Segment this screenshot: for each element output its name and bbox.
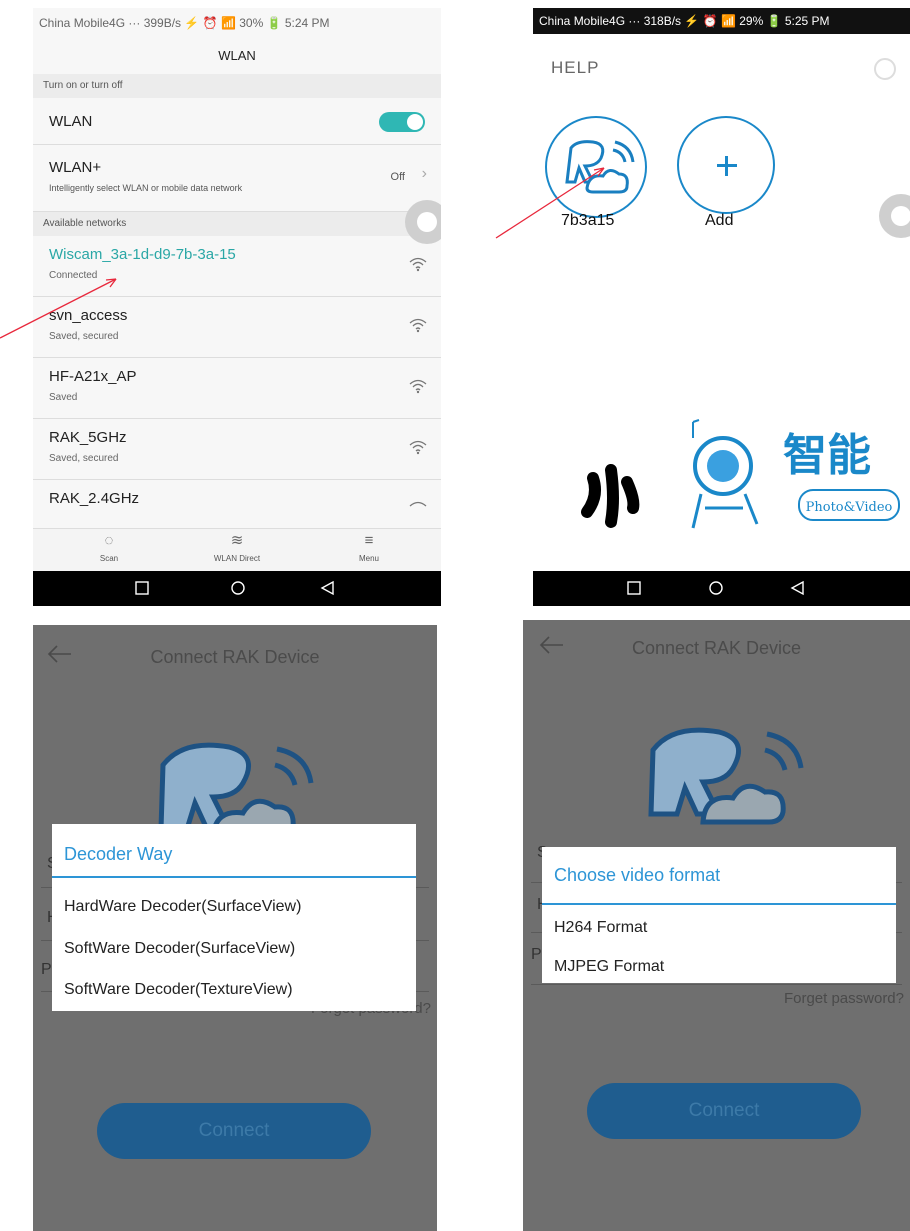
rak-logo xyxy=(648,727,804,825)
decoder-option[interactable]: HardWare Decoder(SurfaceView) xyxy=(52,878,416,922)
network-ssid: RAK_5GHz xyxy=(49,429,127,446)
format-option[interactable]: H264 Format xyxy=(542,905,896,945)
network-ssid: Wiscam_3a-1d-d9-7b-3a-15 xyxy=(49,246,236,263)
wifi-icon xyxy=(409,440,427,455)
floating-assist-button[interactable] xyxy=(879,194,910,238)
network-ssid: HF-A21x_AP xyxy=(49,368,137,385)
wlan-direct-icon: ≋ xyxy=(230,532,244,549)
network-ssid: svn_access xyxy=(49,307,128,324)
bottom-action-bar: ◌ Scan ≋ WLAN Direct ≡ Menu xyxy=(33,528,441,573)
section-header: Available networks xyxy=(33,212,441,236)
dialog-title: Decoder Way xyxy=(52,824,416,878)
recents-icon[interactable] xyxy=(625,580,643,596)
back-icon[interactable] xyxy=(789,580,807,596)
network-item[interactable]: HF-A21x_AP Saved xyxy=(33,358,441,419)
system-nav-bar xyxy=(33,571,441,606)
field-label-edge: P xyxy=(41,961,52,978)
network-item[interactable]: Wiscam_3a-1d-d9-7b-3a-15 Connected xyxy=(33,236,441,297)
network-item[interactable]: RAK_5GHz Saved, secured xyxy=(33,419,441,480)
help-screen: China Mobile4G ··· 318B/s ⚡ ⏰ 📶 29% 🔋 5:… xyxy=(533,8,910,606)
back-icon[interactable] xyxy=(319,580,337,596)
wifi-icon xyxy=(409,501,427,507)
decoder-option[interactable]: SoftWare Decoder(TextureView) xyxy=(52,966,416,1010)
system-nav-bar xyxy=(533,571,910,606)
connect-decoder-screen: Connect RAK Device S H P Forget password… xyxy=(33,625,437,1231)
wlan-settings-screen: China Mobile4G ··· 399B/s ⚡ ⏰ 📶 30% 🔋 5:… xyxy=(33,8,441,606)
home-icon[interactable] xyxy=(229,580,247,596)
page-title: WLAN xyxy=(218,48,256,63)
forgot-password-link[interactable]: Forget password? xyxy=(784,990,904,1007)
recents-icon[interactable] xyxy=(133,580,151,596)
section-header: Turn on or turn off xyxy=(33,74,441,98)
menu-label: Menu xyxy=(358,554,379,563)
logo-caption: Photo&Video xyxy=(806,500,893,515)
status-bar: China Mobile4G ··· 318B/s ⚡ ⏰ 📶 29% 🔋 5:… xyxy=(533,8,910,34)
video-format-dialog: Choose video format H264 Format MJPEG Fo… xyxy=(542,847,896,983)
refresh-icon[interactable] xyxy=(874,58,896,80)
wlan-toggle-row[interactable]: WLAN xyxy=(33,98,441,145)
wlanplus-row[interactable]: WLAN+ Intelligently select WLAN or mobil… xyxy=(33,145,441,212)
scan-icon: ◌ xyxy=(104,532,114,549)
wlanplus-description: Intelligently select WLAN or mobile data… xyxy=(49,183,243,193)
network-status: Saved, secured xyxy=(49,331,119,342)
dialog-title: Choose video format xyxy=(542,847,896,905)
wlanplus-label: WLAN+ xyxy=(49,159,102,176)
chevron-right-icon: › xyxy=(421,165,427,182)
network-ssid: RAK_2.4GHz xyxy=(49,490,140,507)
network-status: Saved xyxy=(49,392,78,403)
connect-button[interactable]: Connect xyxy=(97,1103,371,1159)
wlan-toggle[interactable] xyxy=(379,112,425,132)
format-option[interactable]: MJPEG Format xyxy=(542,945,896,985)
device-button[interactable] xyxy=(545,116,647,218)
floating-assist-button[interactable] xyxy=(405,200,441,244)
scan-button[interactable]: ◌ Scan xyxy=(64,529,154,563)
decoder-way-dialog: Decoder Way HardWare Decoder(SurfaceView… xyxy=(52,824,416,1011)
page-title: Connect RAK Device xyxy=(150,647,320,667)
help-button[interactable]: HELP xyxy=(551,58,599,78)
field-label-edge: P xyxy=(531,946,542,963)
menu-icon: ≡ xyxy=(364,532,374,549)
add-device-button[interactable] xyxy=(677,116,775,214)
wlan-direct-label: WLAN Direct xyxy=(213,554,261,563)
wlanplus-value: Off xyxy=(390,171,405,183)
status-bar: China Mobile4G ··· 399B/s ⚡ ⏰ 📶 30% 🔋 5:… xyxy=(33,8,441,38)
network-item[interactable]: svn_access Saved, secured xyxy=(33,297,441,358)
connect-button[interactable]: Connect xyxy=(587,1083,861,1139)
svg-text:智能: 智能 xyxy=(783,430,871,481)
menu-button[interactable]: ≡ Menu xyxy=(324,529,414,563)
wifi-icon xyxy=(409,379,427,394)
wlan-label: WLAN xyxy=(49,113,93,130)
network-status: Saved, secured xyxy=(49,453,119,464)
device-label: 7b3a15 xyxy=(561,212,615,229)
add-label: Add xyxy=(705,212,734,229)
page-title: Connect RAK Device xyxy=(631,638,802,658)
home-icon[interactable] xyxy=(707,580,725,596)
decoder-option[interactable]: SoftWare Decoder(SurfaceView) xyxy=(52,922,416,966)
wifi-icon xyxy=(409,257,427,272)
scan-label: Scan xyxy=(99,554,119,563)
wifi-icon xyxy=(409,318,427,333)
app-logo: 智能 Photo&Video xyxy=(581,419,900,529)
rak-device-icon xyxy=(565,140,635,194)
connect-format-screen: Connect RAK Device S H P Forget password… xyxy=(523,620,910,1231)
wlan-direct-button[interactable]: ≋ WLAN Direct xyxy=(192,529,282,563)
network-status: Connected xyxy=(49,270,98,281)
